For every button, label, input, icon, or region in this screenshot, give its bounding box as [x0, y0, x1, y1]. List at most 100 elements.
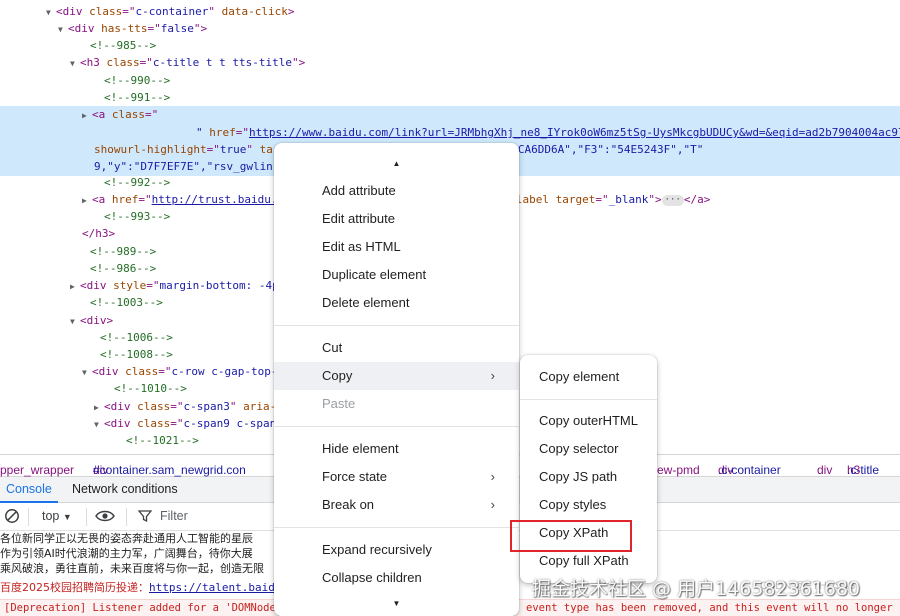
menu-item-expand-recursively[interactable]: Expand recursively	[274, 536, 519, 564]
watermark: 掘金技术社区 @ 用户146582361680	[532, 578, 861, 600]
code-token: <div	[56, 5, 90, 18]
code-token: <!--1010-->	[114, 382, 187, 395]
code-token: ="	[158, 365, 172, 378]
filter-input[interactable]: Filter	[160, 509, 188, 523]
code-token: "	[208, 5, 222, 18]
code-token: <h3	[80, 56, 107, 69]
expand-triangle-icon[interactable]: ▼	[70, 313, 80, 329]
filter-icon	[137, 509, 153, 526]
code-token: ="	[206, 143, 220, 156]
dom-node-line[interactable]: ▶ <a class="	[0, 106, 900, 124]
context-selector[interactable]: top ▼	[42, 509, 72, 523]
menu-item-cut[interactable]: Cut	[274, 334, 519, 362]
menu-item-delete-element[interactable]: Delete element	[274, 289, 519, 317]
menu-item-copy-selector[interactable]: Copy selector	[520, 435, 657, 463]
code-token: <!--985-->	[90, 39, 157, 52]
menu-item-copy[interactable]: Copy ›	[274, 362, 519, 390]
menu-item-copy-xpath[interactable]: Copy XPath	[520, 519, 657, 547]
code-token: <div	[68, 22, 102, 35]
code-token: <!--989-->	[90, 245, 157, 258]
code-token: <a	[92, 193, 112, 206]
code-token: ">	[193, 22, 208, 35]
menu-item-force-state[interactable]: Force state ›	[274, 463, 519, 491]
menu-item-collapse-children[interactable]: Collapse children	[274, 564, 519, 592]
code-token: <!--1008-->	[100, 348, 173, 361]
dom-node-line[interactable]: <!--991-->	[0, 89, 900, 106]
dom-node-line[interactable]: <!--985-->	[0, 37, 900, 54]
expand-triangle-icon[interactable]: ▼	[58, 21, 68, 37]
code-token: "	[196, 126, 210, 139]
collapse-triangle-icon[interactable]: ▶	[82, 192, 92, 208]
code-token: has-tts	[101, 22, 148, 35]
tab-console[interactable]: Console	[0, 477, 58, 503]
expand-triangle-icon[interactable]: ▼	[46, 4, 56, 20]
menu-item-copy-styles[interactable]: Copy styles	[520, 491, 657, 519]
code-token: ="	[122, 5, 136, 18]
expand-triangle-icon[interactable]: ▼	[94, 416, 104, 432]
tab-network-conditions[interactable]: Network conditions	[66, 477, 184, 503]
code-token: class	[125, 365, 159, 378]
chevron-right-icon: ›	[490, 368, 495, 383]
menu-item-paste[interactable]: Paste	[274, 390, 519, 418]
menu-item-copy-outerhtml[interactable]: Copy outerHTML	[520, 407, 657, 435]
code-token: <!--1006-->	[100, 331, 173, 344]
clear-console-icon[interactable]	[4, 508, 20, 527]
code-token: c-row c-gap-top-m	[171, 365, 285, 378]
menu-item-copy-js-path[interactable]: Copy JS path	[520, 463, 657, 491]
code-token: >	[287, 5, 295, 18]
dom-node-line[interactable]: ▼ <div class="c-container" data-click>	[0, 3, 900, 20]
copy-submenu: Copy element Copy outerHTML Copy selecto…	[520, 355, 657, 583]
ellipsis-badge[interactable]: ···	[661, 194, 684, 206]
collapse-triangle-icon[interactable]: ▶	[94, 399, 104, 415]
code-token: ="	[139, 56, 153, 69]
code-token: <!--993-->	[104, 210, 171, 223]
code-token: _blank	[608, 193, 649, 206]
menu-item-copy-element[interactable]: Copy element	[520, 363, 657, 391]
code-token: class	[89, 5, 123, 18]
code-token: c-title t t tts-title	[152, 56, 292, 69]
menu-item-hide-element[interactable]: Hide element	[274, 435, 519, 463]
dom-node-line[interactable]: ▼ <div has-tts="false">	[0, 20, 900, 37]
collapse-triangle-icon[interactable]: ▶	[82, 107, 92, 124]
code-token: <div	[80, 279, 114, 292]
code-token: <!--986-->	[90, 262, 157, 275]
eye-icon[interactable]	[95, 509, 115, 526]
code-token: ="	[170, 400, 184, 413]
menu-separator	[274, 527, 519, 528]
attribute-link[interactable]: https://www.baidu.com/link?url=JRMbhgXhj…	[249, 126, 900, 139]
menu-item-copy-full-xpath[interactable]: Copy full XPath	[520, 547, 657, 575]
attribute-link[interactable]: http://trust.baidu.	[152, 193, 278, 206]
scroll-down-icon[interactable]: ▼	[274, 599, 519, 608]
menu-item-label: Copy	[322, 368, 353, 383]
dom-node-line[interactable]: <!--990-->	[0, 72, 900, 89]
menu-item-duplicate-element[interactable]: Duplicate element	[274, 261, 519, 289]
menu-item-label: Force state	[322, 469, 388, 484]
console-link[interactable]: https://talent.baidu.	[149, 581, 288, 594]
code-token: showurl-highlight	[94, 143, 207, 156]
toolbar-divider	[86, 508, 87, 526]
dom-node-line[interactable]: " href="https://www.baidu.com/link?url=J…	[0, 124, 900, 142]
collapse-triangle-icon[interactable]: ▶	[70, 278, 80, 294]
code-token: <!--1021-->	[126, 434, 199, 447]
code-token: ="	[145, 108, 159, 121]
code-token: c-span9 c-span-	[183, 417, 283, 430]
code-token: class	[111, 108, 145, 121]
dom-node-line[interactable]: ▼ <h3 class="c-title t t tts-title">	[0, 54, 900, 71]
menu-item-edit-as-html[interactable]: Edit as HTML	[274, 233, 519, 261]
code-token: class	[137, 417, 171, 430]
code-token: class	[106, 56, 140, 69]
context-menu: ▲ Add attribute Edit attribute Edit as H…	[274, 143, 519, 616]
expand-triangle-icon[interactable]: ▼	[82, 364, 92, 380]
menu-item-edit-attribute[interactable]: Edit attribute	[274, 205, 519, 233]
code-token: ="	[146, 279, 160, 292]
scroll-up-icon[interactable]: ▲	[274, 159, 519, 168]
expand-triangle-icon[interactable]: ▼	[70, 55, 80, 71]
code-token: c-span3	[183, 400, 230, 413]
code-token: href	[111, 193, 139, 206]
code-token: 9,"y":"D7F7EF7E","rsv_gwlink"	[94, 160, 287, 173]
code-token: c-container	[135, 5, 209, 18]
menu-item-add-attribute[interactable]: Add attribute	[274, 177, 519, 205]
code-token: ="	[595, 193, 609, 206]
menu-item-break-on[interactable]: Break on ›	[274, 491, 519, 519]
console-message: 各位新同学正以无畏的姿态奔赴通用人工智能的星辰	[0, 532, 253, 545]
